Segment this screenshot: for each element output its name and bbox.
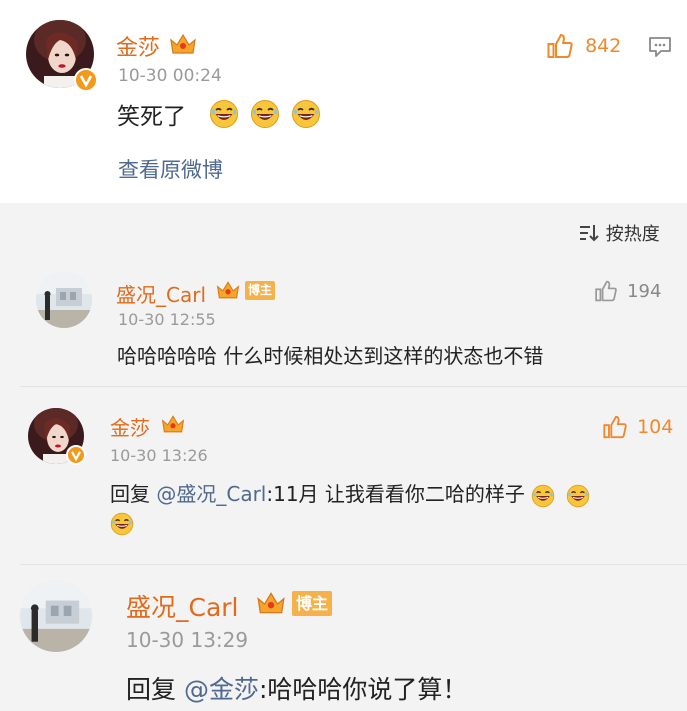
post-like-button[interactable]: 842: [546, 32, 621, 60]
divider: [20, 564, 687, 565]
avatar[interactable]: [20, 580, 92, 652]
original-post-panel: [0, 0, 687, 203]
mention-link[interactable]: @金莎: [184, 675, 259, 704]
comment-text: :11月 让我看看你二哈的样子: [266, 482, 525, 506]
thumbs-up-icon: [603, 415, 627, 439]
reply-prefix: 回复: [126, 675, 184, 704]
post-text: 笑死了: [117, 104, 186, 130]
comment-like-button[interactable]: 104: [602, 414, 673, 440]
vip-crown-icon: [216, 281, 240, 299]
comment-text-line: 回复 @金莎:哈哈哈你说了算！: [126, 670, 467, 706]
comment-time: 10-30 13:29: [126, 628, 249, 652]
comment-like-count: 194: [627, 280, 662, 302]
post-like-count: 842: [585, 35, 622, 57]
comment-author-name[interactable]: 盛况_Carl: [116, 279, 206, 308]
post-text-line: 笑死了: [117, 97, 325, 130]
comment-time: 10-30 13:26: [110, 446, 208, 465]
sort-label: 按热度: [605, 224, 660, 245]
laugh-emoji-icon: [291, 99, 321, 129]
post-author-name[interactable]: 金莎: [116, 30, 160, 62]
thumbs-up-icon: [595, 280, 617, 302]
laugh-emoji-icon: [531, 483, 555, 509]
mention-link[interactable]: @盛况_Carl: [156, 482, 266, 506]
vip-crown-icon: [161, 415, 185, 433]
laugh-emoji-icon: [110, 512, 134, 536]
avatar[interactable]: [36, 272, 92, 328]
post-time: 10-30 00:24: [118, 66, 222, 86]
comment-author-name[interactable]: 金莎: [110, 412, 150, 441]
verified-badge-icon: [74, 68, 98, 92]
reply-prefix: 回复: [110, 482, 157, 506]
verified-badge-icon: [66, 445, 86, 465]
laugh-emoji-icon: [250, 99, 280, 129]
laugh-emoji-icon: [209, 99, 239, 129]
comment-like-count: 104: [637, 416, 674, 438]
blogger-badge: 博主: [245, 281, 275, 300]
sort-by-hot-button[interactable]: 按热度: [578, 220, 660, 246]
comment-text: :哈哈哈你说了算！: [258, 675, 468, 704]
laugh-emoji-icon: [566, 483, 590, 509]
comment-text-line: 回复 @盛况_Carl:11月 让我看看你二哈的样子: [110, 478, 594, 508]
blogger-badge: 博主: [292, 591, 332, 616]
comment-time: 10-30 12:55: [118, 310, 216, 329]
view-original-post-link[interactable]: 查看原微博: [118, 154, 223, 184]
vip-crown-icon: [170, 33, 196, 54]
comment-text: 哈哈哈哈哈 什么时候相处达到这样的状态也不错: [117, 344, 544, 368]
divider: [20, 386, 687, 387]
vip-crown-icon: [257, 592, 285, 614]
comment-section: [0, 203, 687, 711]
comment-like-button[interactable]: 194: [594, 279, 661, 303]
comment-author-name[interactable]: 盛况_Carl: [126, 588, 239, 624]
sort-icon: [580, 225, 599, 242]
comment-icon[interactable]: [648, 36, 672, 58]
thumbs-up-icon: [547, 34, 573, 58]
